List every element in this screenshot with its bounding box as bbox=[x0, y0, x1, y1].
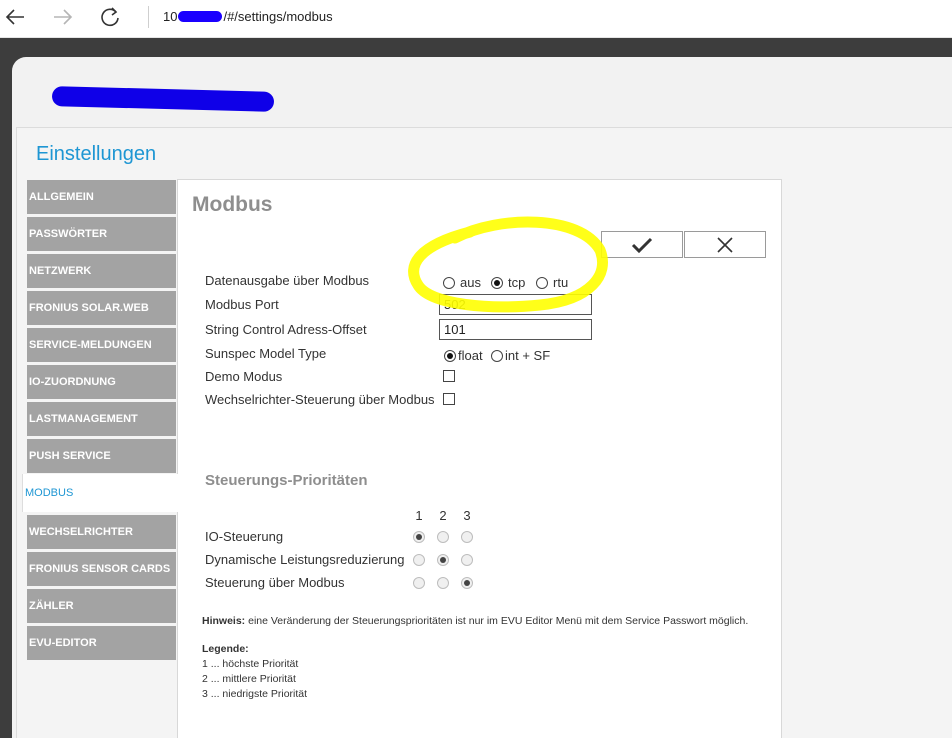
wr-steuerung-checkbox[interactable] bbox=[443, 393, 455, 405]
priority-radio[interactable] bbox=[461, 554, 473, 566]
priority-radio[interactable] bbox=[413, 554, 425, 566]
option-int-sf-label: int + SF bbox=[505, 348, 551, 363]
address-bar[interactable]: 10 /#/settings/modbus bbox=[163, 9, 333, 24]
sidebar-item-allgemein[interactable]: ALLGEMEIN bbox=[27, 180, 176, 214]
priority-column-2: 2 bbox=[439, 508, 447, 523]
priority-column-1: 1 bbox=[415, 508, 423, 523]
priority-row-label: Dynamische Leistungsreduzierung bbox=[205, 552, 405, 567]
browser-toolbar: 10 /#/settings/modbus bbox=[0, 0, 952, 38]
panel-title: Modbus bbox=[192, 193, 273, 216]
sidebar-item-fronius-solar-web[interactable]: FRONIUS SOLAR.WEB bbox=[27, 291, 176, 325]
priority-radio[interactable] bbox=[461, 531, 473, 543]
confirm-button[interactable] bbox=[601, 231, 683, 258]
sidebar-item-io-zuordnung[interactable]: IO-ZUORDNUNG bbox=[27, 365, 176, 399]
url-suffix: /#/settings/modbus bbox=[223, 9, 333, 24]
page-title: Einstellungen bbox=[36, 143, 157, 165]
option-float-label: float bbox=[458, 348, 483, 363]
sidebar-item-evu-editor[interactable]: EVU-EDITOR bbox=[27, 626, 176, 660]
sidebar-item-wechselrichter[interactable]: WECHSELRICHTER bbox=[27, 515, 176, 549]
priority-row-label: IO-Steuerung bbox=[205, 529, 284, 544]
sidebar-item-service-meldungen[interactable]: SERVICE-MELDUNGEN bbox=[27, 328, 176, 362]
option-rtu-label: rtu bbox=[553, 275, 569, 290]
priority-radio[interactable] bbox=[413, 577, 425, 589]
offset-label: String Control Adress-Offset bbox=[205, 322, 367, 337]
priority-row-label: Steuerung über Modbus bbox=[205, 575, 345, 590]
radio-float[interactable] bbox=[444, 349, 456, 362]
sunspec-label: Sunspec Model Type bbox=[205, 346, 327, 361]
priorities-title: Steuerungs-Prioritäten bbox=[205, 472, 368, 489]
legend-item: 3 ... niedrigste Priorität bbox=[202, 688, 308, 700]
sidebar-item-fronius-sensor-cards[interactable]: FRONIUS SENSOR CARDS bbox=[27, 552, 176, 586]
legend-title: Legende: bbox=[202, 643, 249, 655]
datenausgabe-option-tcp[interactable]: tcp bbox=[491, 275, 525, 290]
sidebar-item-lastmanagement[interactable]: LASTMANAGEMENT bbox=[27, 402, 176, 436]
legend-item: 1 ... höchste Priorität bbox=[202, 658, 299, 670]
radio-rtu[interactable] bbox=[536, 276, 548, 289]
priority-radio[interactable] bbox=[461, 577, 473, 589]
option-aus-label: aus bbox=[460, 275, 481, 290]
wr-steuerung-label: Wechselrichter-Steuerung über Modbus bbox=[205, 392, 435, 407]
hint-label: Hinweis: bbox=[202, 615, 246, 627]
radio-int-sf[interactable] bbox=[491, 349, 503, 362]
legend-item: 2 ... mittlere Priorität bbox=[202, 673, 296, 685]
forward-arrow-icon[interactable] bbox=[50, 4, 76, 30]
url-prefix: 10 bbox=[163, 9, 178, 24]
refresh-icon[interactable] bbox=[97, 4, 123, 30]
datenausgabe-label: Datenausgabe über Modbus bbox=[205, 273, 370, 288]
demo-modus-checkbox[interactable] bbox=[443, 370, 455, 382]
demo-modus-label: Demo Modus bbox=[205, 369, 283, 384]
sunspec-option-float[interactable]: float bbox=[444, 348, 483, 363]
hint-text: Hinweis: eine Veränderung der Steuerungs… bbox=[202, 615, 748, 627]
sidebar-item-zähler[interactable]: ZÄHLER bbox=[27, 589, 176, 623]
priority-radio[interactable] bbox=[437, 554, 449, 566]
hint-body: eine Veränderung der Steuerungspriorität… bbox=[248, 615, 749, 627]
radio-tcp[interactable] bbox=[491, 276, 503, 289]
sidebar-item-modbus[interactable]: MODBUS bbox=[22, 474, 178, 512]
modbus-panel bbox=[177, 179, 782, 738]
radio-aus[interactable] bbox=[443, 276, 455, 289]
url-redaction bbox=[178, 11, 223, 22]
option-tcp-label: tcp bbox=[508, 275, 526, 290]
checkmark-icon bbox=[631, 237, 653, 253]
modbus-port-label: Modbus Port bbox=[205, 297, 279, 312]
sidebar-item-push-service[interactable]: PUSH SERVICE bbox=[27, 439, 176, 473]
sidebar-item-netzwerk[interactable]: NETZWERK bbox=[27, 254, 176, 288]
sunspec-option-int-sf[interactable]: int + SF bbox=[491, 348, 550, 363]
priority-column-3: 3 bbox=[463, 508, 471, 523]
datenausgabe-option-rtu[interactable]: rtu bbox=[536, 275, 568, 290]
sidebar-item-passwörter[interactable]: PASSWÖRTER bbox=[27, 217, 176, 251]
url-divider bbox=[148, 6, 149, 28]
back-arrow-icon[interactable] bbox=[2, 4, 28, 30]
priority-radio[interactable] bbox=[437, 577, 449, 589]
offset-input[interactable] bbox=[439, 319, 592, 340]
modbus-port-input[interactable] bbox=[439, 294, 592, 315]
priority-radio[interactable] bbox=[413, 531, 425, 543]
cancel-button[interactable] bbox=[684, 231, 766, 258]
close-icon bbox=[717, 236, 733, 253]
datenausgabe-option-aus[interactable]: aus bbox=[443, 275, 481, 290]
priority-radio[interactable] bbox=[437, 531, 449, 543]
